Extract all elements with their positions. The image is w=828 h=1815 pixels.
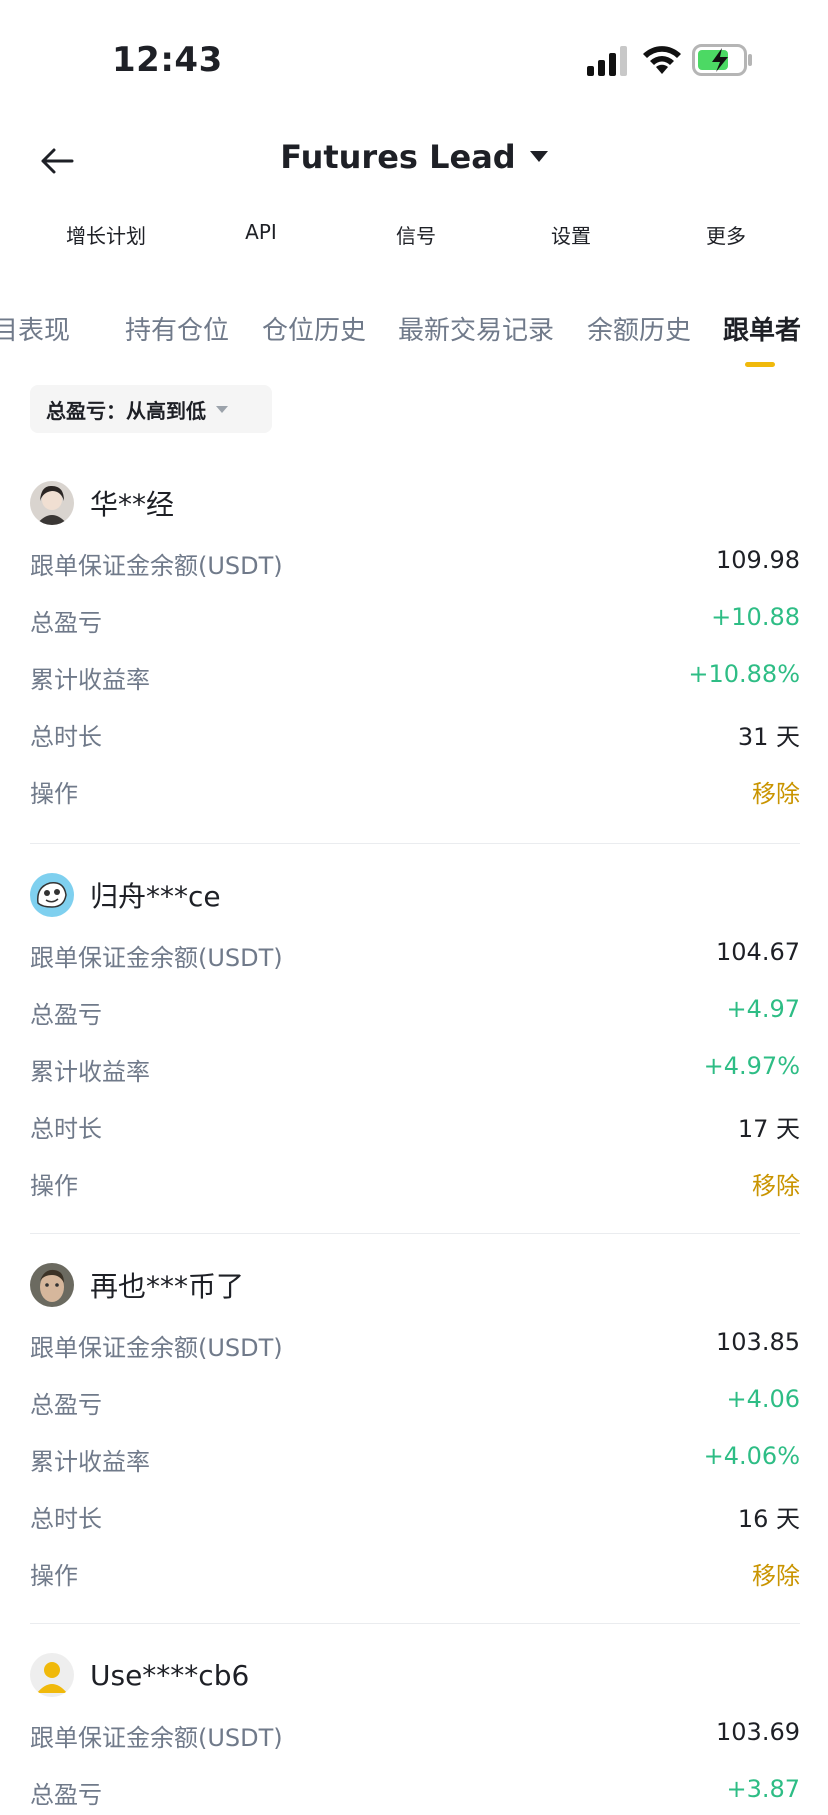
follower-card: 归舟***ce 跟单保证金余额(USDT) 104.67 总盈亏 +4.97 累计收… <box>30 872 800 1202</box>
follower-name: Use****cb6 <box>90 1658 250 1692</box>
tab-performance[interactable]: 目表现 <box>0 310 70 347</box>
margin-balance-label: 跟单保证金余额(USDT) <box>30 552 283 580</box>
cumulative-roi-label: 累计收益率 <box>30 1058 150 1086</box>
total-pnl-label: 总盈亏 <box>30 1391 102 1419</box>
tab-followers[interactable]: 跟单者 <box>723 310 801 347</box>
remove-button[interactable]: 移除 <box>752 774 800 809</box>
cumulative-roi-label: 累计收益率 <box>30 1448 150 1476</box>
margin-balance-value: 109.98 <box>716 546 800 574</box>
cumulative-roi-value: +10.88% <box>688 660 800 688</box>
menu-settings[interactable]: 设置 <box>551 220 591 249</box>
follower-name: 再也***币了 <box>90 1270 245 1303</box>
divider <box>30 1233 800 1234</box>
total-pnl-value: +3.87 <box>726 1775 800 1803</box>
cumulative-roi-label: 累计收益率 <box>30 666 150 694</box>
tab-position-history[interactable]: 仓位历史 <box>262 310 366 347</box>
active-tab-indicator <box>745 362 775 367</box>
margin-balance-value: 103.85 <box>716 1328 800 1356</box>
duration-label: 总时长 <box>30 1115 102 1143</box>
action-label: 操作 <box>30 780 78 808</box>
total-pnl-value: +4.06 <box>726 1385 800 1413</box>
tab-latest-trades[interactable]: 最新交易记录 <box>398 310 554 347</box>
remove-button[interactable]: 移除 <box>752 1556 800 1591</box>
margin-balance-label: 跟单保证金余额(USDT) <box>30 1334 283 1362</box>
remove-button[interactable]: 移除 <box>752 1166 800 1201</box>
caret-down-icon <box>216 405 228 413</box>
margin-balance-label: 跟单保证金余额(USDT) <box>30 1724 283 1752</box>
secondary-menu: 增长计划 API 信号 设置 更多 <box>0 220 828 260</box>
total-pnl-value: +4.97 <box>726 995 800 1023</box>
tab-positions[interactable]: 持有仓位 <box>125 310 229 347</box>
page-title-dropdown[interactable]: Futures Lead <box>0 138 828 176</box>
duration-label: 总时长 <box>30 723 102 751</box>
wifi-icon <box>643 46 681 74</box>
follower-card: Use****cb6 跟单保证金余额(USDT) 103.69 总盈亏 +3.87 <box>30 1652 800 1809</box>
duration-value: 31 天 <box>737 723 800 751</box>
page-title: Futures Lead <box>280 138 516 176</box>
duration-value: 17 天 <box>737 1115 800 1143</box>
follower-name: 华**经 <box>90 488 175 521</box>
margin-balance-value: 104.67 <box>716 938 800 966</box>
avatar[interactable] <box>30 1653 74 1697</box>
follower-card: 华**经 跟单保证金余额(USDT) 109.98 总盈亏 +10.88 累计收益率… <box>30 480 800 810</box>
avatar[interactable] <box>30 481 74 525</box>
total-pnl-label: 总盈亏 <box>30 1781 102 1809</box>
cumulative-roi-value: +4.97% <box>703 1052 800 1080</box>
total-pnl-label: 总盈亏 <box>30 609 102 637</box>
duration-value: 16 天 <box>737 1505 800 1533</box>
action-label: 操作 <box>30 1172 78 1200</box>
status-time: 12:43 <box>112 40 223 80</box>
margin-balance-label: 跟单保证金余额(USDT) <box>30 944 283 972</box>
menu-more[interactable]: 更多 <box>706 220 746 249</box>
tab-bar: 目表现 持有仓位 仓位历史 最新交易记录 余额历史 跟单者 <box>0 310 828 370</box>
menu-signal[interactable]: 信号 <box>396 220 436 249</box>
status-bar: 12:43 <box>0 0 828 120</box>
caret-down-icon <box>529 150 548 162</box>
battery-charging-icon <box>692 44 752 76</box>
sort-label: 总盈亏：从高到低 <box>46 398 206 423</box>
avatar[interactable] <box>30 873 74 917</box>
total-pnl-value: +10.88 <box>711 603 800 631</box>
tab-balance-history[interactable]: 余额历史 <box>587 310 691 347</box>
menu-api[interactable]: API <box>245 220 277 244</box>
cellular-signal-icon <box>587 46 627 76</box>
action-label: 操作 <box>30 1562 78 1590</box>
duration-label: 总时长 <box>30 1505 102 1533</box>
cumulative-roi-value: +4.06% <box>703 1442 800 1470</box>
avatar[interactable] <box>30 1263 74 1307</box>
menu-growth-plan[interactable]: 增长计划 <box>66 220 146 249</box>
margin-balance-value: 103.69 <box>716 1718 800 1746</box>
follower-card: 再也***币了 跟单保证金余额(USDT) 103.85 总盈亏 +4.06 累计收… <box>30 1262 800 1592</box>
total-pnl-label: 总盈亏 <box>30 1001 102 1029</box>
divider <box>30 843 800 844</box>
divider <box>30 1623 800 1624</box>
follower-name: 归舟***ce <box>90 880 221 913</box>
sort-dropdown[interactable]: 总盈亏：从高到低 <box>30 385 272 433</box>
